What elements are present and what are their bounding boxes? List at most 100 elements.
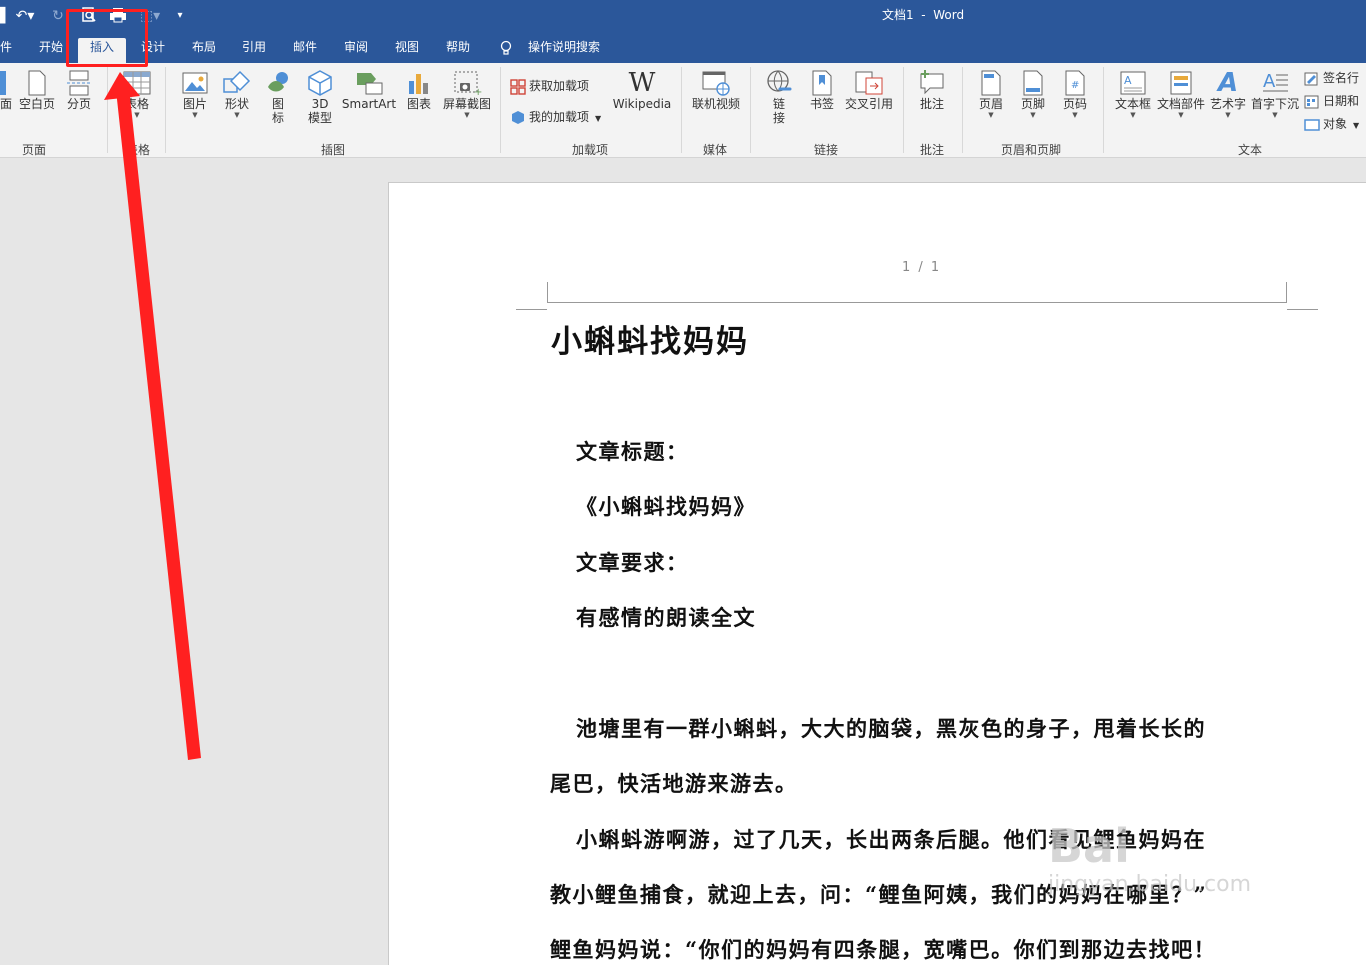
ribbon: 面 空白页 分页 页面 表格 ▼ 表格 图片 ▼ 形状 ▼ 图 标 3D 模型 …	[0, 63, 1366, 158]
paragraph: 《小蝌蚪找妈妈》	[576, 494, 756, 519]
paragraph: 文章标题：	[576, 439, 689, 464]
document-title: 文档1 - Word	[882, 8, 965, 22]
tell-me-search[interactable]: 操作说明搜索	[524, 38, 604, 63]
smartart-button[interactable]: SmartArt	[340, 69, 398, 111]
ribbon-tab-bar: 件 开始 插入 设计 布局 引用 邮件 审阅 视图 帮助 操作说明搜索	[0, 32, 1366, 63]
chart-button[interactable]: 图表	[402, 69, 436, 111]
svg-text:A: A	[1263, 71, 1276, 92]
store-icon	[510, 78, 526, 95]
cross-reference-button[interactable]: 交叉引用	[842, 69, 896, 111]
group-label-header-footer: 页眉和页脚	[1001, 143, 1062, 157]
drop-cap-icon: A	[1263, 71, 1288, 92]
tab-layout[interactable]: 布局	[186, 38, 222, 63]
icons-button[interactable]: 图 标	[262, 69, 294, 125]
page-number-button[interactable]: # 页码 ▼	[1056, 69, 1094, 119]
object-button[interactable]: 对象 ▼	[1304, 113, 1359, 135]
online-video-icon	[702, 71, 730, 96]
tab-review[interactable]: 审阅	[338, 38, 374, 63]
cube-icon	[308, 70, 332, 96]
customize-qat-icon[interactable]: ▾	[174, 7, 186, 25]
blank-page-icon	[28, 70, 46, 96]
new-comment-button[interactable]: 批注	[912, 69, 952, 111]
page-break-button[interactable]: 分页	[62, 69, 96, 111]
tab-home[interactable]: 开始	[32, 38, 70, 63]
header-button[interactable]: 页眉 ▼	[972, 69, 1010, 119]
text-box-button[interactable]: A 文本框 ▼	[1112, 69, 1154, 119]
smartart-icon	[357, 73, 383, 95]
footer-icon	[1023, 70, 1043, 96]
get-addins-button[interactable]: 获取加载项	[510, 75, 589, 97]
bookmark-button[interactable]: 书签	[804, 69, 840, 111]
group-label-illustrations: 插图	[321, 143, 346, 157]
link-icon	[767, 70, 792, 92]
tab-help[interactable]: 帮助	[440, 38, 476, 63]
page-number-marker: 1 / 1	[902, 260, 942, 275]
table-icon	[123, 71, 151, 95]
screenshot-icon: +	[454, 71, 482, 97]
paragraph: 鲤鱼妈妈说：“你们的妈妈有四条腿，宽嘴巴。你们到那边去找吧！	[550, 937, 1217, 962]
icons-icon	[268, 72, 288, 92]
blank-page-button[interactable]: 空白页	[16, 69, 58, 111]
svg-text:#: #	[1071, 80, 1079, 91]
addin-cube-icon	[512, 110, 524, 124]
cover-page-button[interactable]: 面	[0, 69, 12, 111]
wikipedia-button[interactable]: W Wikipedia	[610, 69, 674, 111]
quick-parts-icon	[1170, 71, 1192, 95]
page-break-icon	[67, 70, 91, 96]
shapes-button[interactable]: 形状 ▼	[218, 69, 256, 119]
calendar-icon	[1304, 95, 1319, 108]
wikipedia-icon: W	[628, 68, 656, 98]
document-heading: 小蝌蚪找妈妈	[551, 324, 749, 360]
group-label-links: 链接	[814, 143, 839, 157]
pictures-button[interactable]: 图片 ▼	[176, 69, 214, 119]
link-button[interactable]: 链 接	[762, 69, 796, 125]
redo-icon[interactable]: ↻	[50, 7, 66, 25]
tab-mailings[interactable]: 邮件	[287, 38, 323, 63]
header-icon	[981, 70, 1001, 96]
paragraph: 有感情的朗读全文	[576, 605, 756, 630]
paragraph: 文章要求：	[576, 550, 689, 575]
tab-file[interactable]: 件	[0, 38, 12, 63]
annotation-highlight-box	[66, 9, 148, 67]
lightbulb-icon	[499, 40, 513, 58]
signature-line-button[interactable]: 签名行	[1304, 67, 1359, 89]
quick-parts-button[interactable]: 文档部件 ▼	[1156, 69, 1206, 119]
svg-text:+: +	[474, 87, 482, 97]
comment-icon	[920, 70, 944, 95]
group-label-media: 媒体	[703, 143, 728, 157]
group-label-comments: 批注	[920, 143, 945, 157]
crop-mark-left-h	[516, 309, 547, 310]
paragraph: 池塘里有一群小蝌蚪，大大的脑袋，黑灰色的身子，甩着长长的	[576, 716, 1206, 741]
crop-mark-left	[547, 282, 548, 302]
text-box-icon: A	[1120, 71, 1146, 95]
wordart-button[interactable]: A 艺术字 ▼	[1208, 69, 1248, 119]
cross-reference-icon	[855, 71, 883, 95]
object-icon	[1304, 118, 1320, 131]
save-icon[interactable]: ▌	[0, 7, 11, 25]
shapes-icon	[223, 70, 251, 93]
drop-cap-button[interactable]: A 首字下沉 ▼	[1250, 69, 1300, 119]
3d-models-button[interactable]: 3D 模型	[302, 69, 338, 125]
footer-button[interactable]: 页脚 ▼	[1014, 69, 1052, 119]
undo-icon[interactable]: ↶▾	[14, 7, 36, 25]
title-bar: ▌ ↶▾ ↻ ⬚▾ ▾ 文档1 - Word	[0, 0, 1366, 32]
header-separator	[547, 302, 1287, 303]
tab-view[interactable]: 视图	[389, 38, 425, 63]
svg-text:A: A	[1124, 74, 1132, 87]
my-addins-button[interactable]: 我的加载项 ▼	[510, 106, 601, 128]
crop-mark-right-h	[1287, 309, 1318, 310]
wordart-icon: A	[1217, 68, 1239, 98]
screenshot-button[interactable]: + 屏幕截图 ▼	[440, 69, 494, 119]
online-video-button[interactable]: 联机视频	[688, 69, 744, 111]
group-label-text: 文本	[1238, 143, 1263, 157]
table-button[interactable]: 表格 ▼	[118, 69, 156, 119]
page-number-icon: #	[1065, 70, 1085, 96]
bookmark-icon	[812, 70, 832, 96]
picture-icon	[182, 72, 208, 94]
group-label-tables: 表格	[126, 143, 151, 157]
date-time-button[interactable]: 日期和	[1304, 90, 1359, 112]
signature-icon	[1304, 72, 1318, 85]
tab-references[interactable]: 引用	[236, 38, 272, 63]
watermark: Bai jingyan.baidu.com	[1048, 819, 1252, 897]
group-label-addins: 加载项	[572, 143, 609, 157]
